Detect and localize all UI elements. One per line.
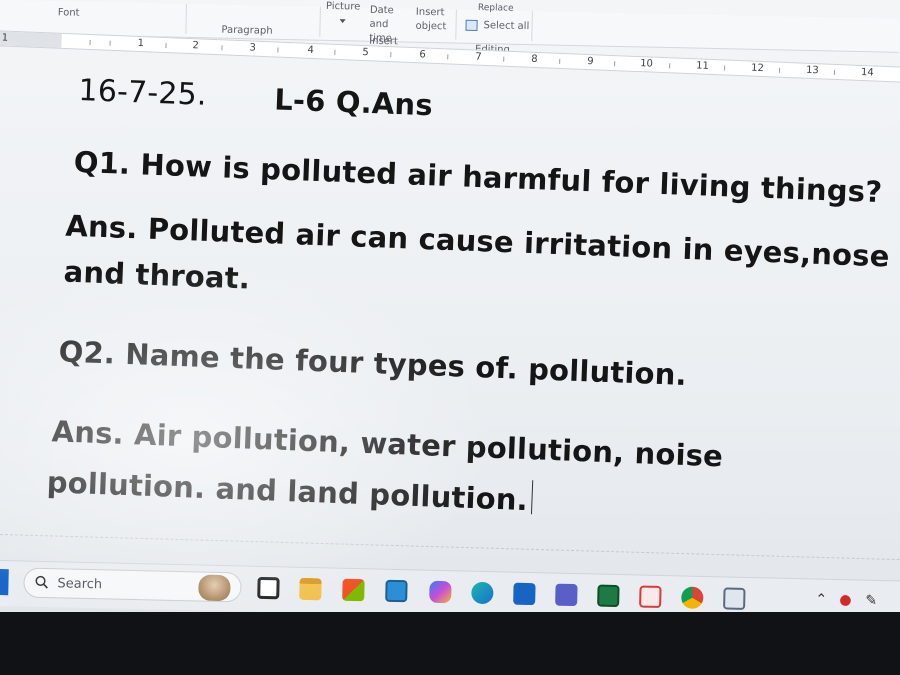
paragraph-group-label: Paragraph (221, 24, 273, 37)
ruler-number: 1 (1, 32, 9, 44)
ruler-tick (559, 58, 561, 64)
ruler-number: 12 (750, 62, 765, 75)
answer-2-line-2: pollution. and land pollution. (46, 462, 534, 518)
ruler-tick (89, 40, 91, 46)
ruler-tick (109, 40, 111, 46)
chrome-icon[interactable] (681, 586, 704, 609)
ruler-tick (447, 54, 449, 60)
ruler-number: 2 (192, 40, 200, 52)
picture-button[interactable]: Picture (326, 1, 361, 13)
ruler-number: 3 (249, 42, 257, 54)
ribbon-separator (455, 9, 457, 40)
ruler-number: 14 (860, 66, 874, 79)
taskbar-search[interactable]: Search (23, 567, 242, 603)
notepad-icon[interactable] (723, 587, 746, 610)
font-group-label: Font (57, 7, 80, 19)
chevron-down-icon[interactable] (339, 19, 346, 24)
insert-object-button[interactable]: Insert object (415, 6, 452, 35)
ruler-tick (833, 69, 836, 75)
screen: Font Paragraph Picture Date and time Ins… (0, 0, 900, 675)
excel-icon[interactable] (597, 584, 620, 608)
select-all-icon (465, 19, 478, 32)
ruler-number: 7 (475, 51, 482, 63)
ruler-tick (614, 61, 616, 67)
ruler-tick (165, 43, 167, 49)
snipping-tool-icon[interactable] (385, 579, 408, 603)
ribbon-separator (319, 6, 321, 37)
answer-2-line-2-text: pollution. and land pollution. (46, 465, 529, 518)
document-title: L-6 Q.Ans (273, 82, 434, 123)
ruler-number: 8 (531, 53, 538, 65)
question-1: Q1. How is polluted air harmful for livi… (73, 144, 883, 210)
ruler-tick (778, 67, 781, 73)
ruler-number: 6 (419, 49, 426, 61)
ruler-tick (277, 47, 279, 53)
chevron-up-icon[interactable]: ⌃ (815, 592, 827, 608)
answer-1-line-2: and throat. (63, 254, 251, 296)
ruler-tick (390, 52, 392, 58)
ruler-tick (503, 56, 505, 62)
text-cursor (531, 480, 534, 515)
search-icon (35, 575, 48, 589)
ruler-number: 13 (805, 64, 819, 77)
start-button[interactable] (0, 568, 9, 596)
tray-app-icon[interactable]: ● (839, 592, 852, 608)
search-placeholder: Search (57, 576, 103, 593)
outlook-icon[interactable] (513, 582, 536, 606)
ruler-tick (669, 63, 671, 69)
ribbon-separator (531, 11, 533, 42)
document-date: 16-7-25. (77, 72, 208, 113)
monitor-bezel (0, 612, 900, 675)
ruler-number: 11 (695, 60, 710, 72)
ruler-number: 1 (137, 37, 145, 50)
folder-icon[interactable] (299, 577, 322, 601)
replace-button[interactable]: Replace (478, 3, 514, 14)
file-explorer-icon[interactable] (257, 576, 280, 600)
question-2: Q2. Name the four types of. pollution. (58, 334, 688, 392)
ruler-tick (334, 49, 336, 55)
teams-icon[interactable] (555, 583, 578, 607)
ruler-number: 5 (362, 46, 369, 59)
ruler-number: 9 (586, 55, 594, 68)
ruler-margin (0, 30, 62, 48)
copilot-icon[interactable] (429, 580, 452, 604)
ruler-tick (723, 65, 726, 71)
ribbon-separator (185, 3, 187, 34)
select-all-button[interactable]: Select all (483, 20, 529, 32)
pen-icon[interactable]: ✎ (865, 593, 877, 609)
paint-icon[interactable] (639, 585, 662, 609)
ruler-tick (221, 45, 223, 51)
ruler-number: 10 (639, 58, 654, 70)
document-page[interactable]: 16-7-25. L-6 Q.Ans Q1. How is polluted a… (0, 50, 899, 583)
microsoft-store-icon[interactable] (342, 578, 365, 602)
answer-2-line-1: Ans. Air pollution, water pollution, noi… (51, 414, 724, 474)
search-highlight-image (198, 574, 231, 602)
ruler-number: 4 (307, 44, 315, 57)
edge-icon[interactable] (471, 581, 494, 605)
